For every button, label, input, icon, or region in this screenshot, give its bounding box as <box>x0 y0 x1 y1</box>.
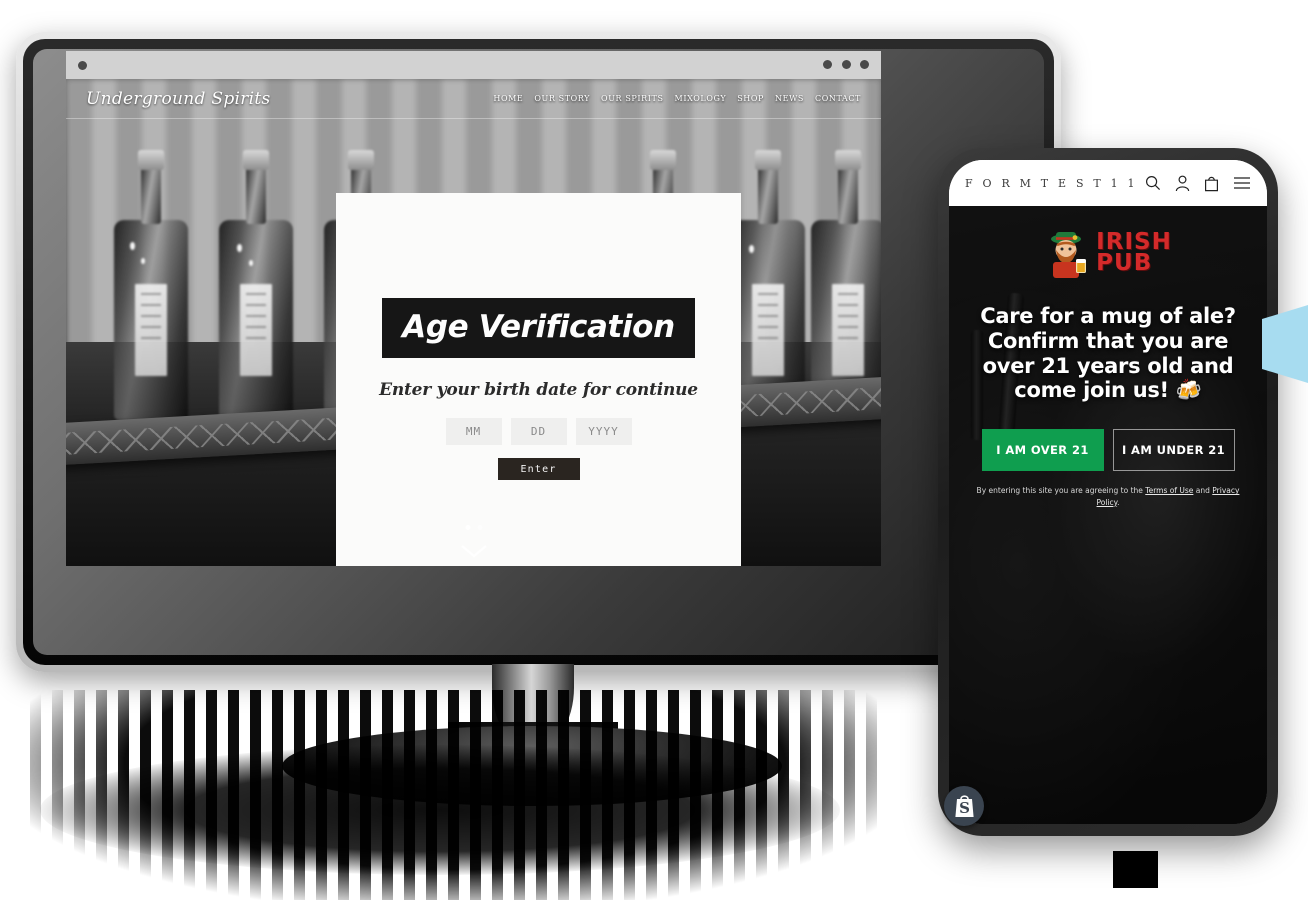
leprechaun-mascot-icon <box>1051 232 1087 278</box>
shopify-bag-icon: S <box>954 794 974 817</box>
i-am-over-21-button[interactable]: I AM OVER 21 <box>981 429 1104 472</box>
age-verification-enter-button[interactable]: Enter <box>497 458 580 480</box>
mobile-store-header: F O R M T E S T 1 1 <box>949 160 1267 206</box>
glint <box>130 241 135 250</box>
window-controls[interactable] <box>818 56 869 74</box>
age-verification-title: Age Verification <box>382 298 695 358</box>
window-dot-left[interactable] <box>78 60 87 70</box>
shopify-badge[interactable]: S <box>944 786 984 826</box>
mobile-age-gate-buttons: I AM OVER 21 I AM UNDER 21 <box>963 429 1253 472</box>
phone-screen: F O R M T E S T 1 1 IRISH PUB Care for a… <box>949 160 1267 824</box>
scroll-down-chevron-icon[interactable] <box>460 544 488 558</box>
bottle-label <box>239 283 273 376</box>
carousel-pagination[interactable] <box>465 525 482 530</box>
irish-pub-logo: IRISH PUB <box>1044 228 1172 278</box>
bottle <box>219 219 293 420</box>
age-verification-modal: Age Verification Enter your birth date f… <box>336 193 741 566</box>
cart-icon[interactable] <box>1204 175 1219 192</box>
age-verification-subtitle: Enter your birth date for continue <box>379 380 698 400</box>
bottle-label <box>751 283 785 376</box>
glint <box>749 244 754 253</box>
reflection-stripes <box>30 690 880 900</box>
carousel-dot-1[interactable] <box>465 525 470 530</box>
nav-item-our-spirits[interactable]: OUR SPIRITS <box>601 94 664 103</box>
site-header: Underground Spirits HOME OUR STORY OUR S… <box>66 79 881 119</box>
birth-year-input[interactable] <box>575 418 632 445</box>
mobile-phone: F O R M T E S T 1 1 IRISH PUB Care for a… <box>938 148 1278 836</box>
bottle-label <box>134 283 168 376</box>
window-dot-1[interactable] <box>823 60 833 69</box>
search-icon[interactable] <box>1145 175 1161 191</box>
site-logo[interactable]: Underground Spirits <box>86 89 271 109</box>
account-icon[interactable] <box>1175 175 1190 192</box>
nav-item-shop[interactable]: SHOP <box>737 94 764 103</box>
i-am-under-21-button[interactable]: I AM UNDER 21 <box>1112 429 1235 472</box>
window-dot-3[interactable] <box>860 60 869 69</box>
bottle-label <box>831 283 865 376</box>
glint <box>141 257 145 264</box>
nav-item-home[interactable]: HOME <box>493 94 523 103</box>
mobile-age-gate-message: Care for a mug of ale? Confirm that you … <box>980 304 1236 403</box>
glint <box>249 259 253 266</box>
nav-item-news[interactable]: NEWS <box>775 94 804 103</box>
glint <box>237 243 242 252</box>
pub-logo-text: IRISH PUB <box>1096 230 1172 276</box>
terms-of-use-link[interactable]: Terms of Use <box>1145 486 1193 495</box>
website-viewport: Underground Spirits HOME OUR STORY OUR S… <box>66 79 881 566</box>
mobile-header-icons <box>1145 175 1251 192</box>
svg-text:S: S <box>959 799 970 817</box>
nav-item-contact[interactable]: CONTACT <box>815 94 861 103</box>
birth-day-input[interactable] <box>510 418 567 445</box>
legal-middle: and <box>1193 486 1213 496</box>
carousel-dot-2[interactable] <box>477 525 482 530</box>
black-square-marker <box>1113 851 1158 888</box>
bottle <box>114 219 188 420</box>
nav-item-mixology[interactable]: MIXOLOGY <box>675 94 727 103</box>
nav-item-our-story[interactable]: OUR STORY <box>534 94 590 103</box>
window-dot-2[interactable] <box>841 60 851 69</box>
site-navigation: HOME OUR STORY OUR SPIRITS MIXOLOGY SHOP… <box>493 94 861 103</box>
mobile-age-gate: IRISH PUB Care for a mug of ale? Confirm… <box>949 206 1267 824</box>
legal-suffix: . <box>1117 497 1120 507</box>
browser-window: Underground Spirits HOME OUR STORY OUR S… <box>66 51 881 566</box>
birth-month-input[interactable] <box>445 418 502 445</box>
mobile-age-gate-legal: By entering this site you are agreeing t… <box>963 485 1253 508</box>
legal-prefix: By entering this site you are agreeing t… <box>976 486 1146 496</box>
mobile-age-gate-content: IRISH PUB Care for a mug of ale? Confirm… <box>949 206 1267 508</box>
mobile-store-name[interactable]: F O R M T E S T 1 1 <box>965 177 1138 190</box>
pub-logo-line-2: PUB <box>1096 250 1153 276</box>
hamburger-menu-icon[interactable] <box>1233 176 1251 190</box>
browser-title-bar <box>66 51 881 79</box>
birth-date-fields <box>445 418 632 445</box>
mockup-scene: Underground Spirits HOME OUR STORY OUR S… <box>0 0 1308 900</box>
